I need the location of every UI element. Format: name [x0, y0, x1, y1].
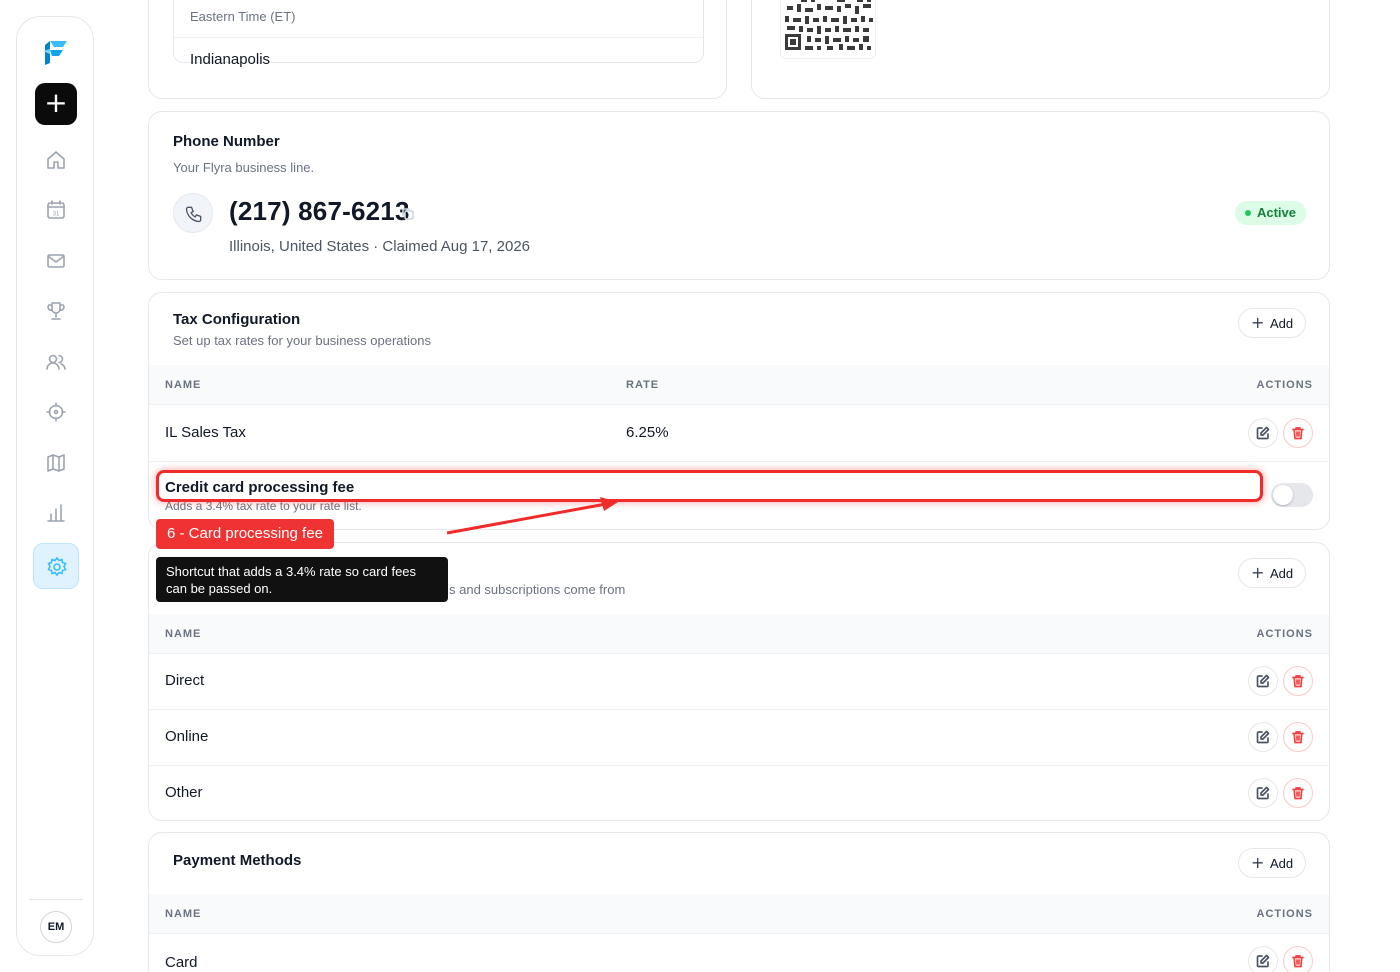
payment-card-title: Payment Methods — [173, 852, 302, 869]
trash-icon — [1292, 675, 1304, 688]
source-name-cell: Direct — [165, 672, 205, 689]
add-source-button[interactable]: + Add — [1238, 558, 1306, 588]
target-icon[interactable] — [44, 400, 68, 424]
calendar-day-text: 31 — [53, 212, 60, 218]
trash-icon — [1292, 787, 1304, 800]
sidebar-divider — [29, 899, 83, 900]
settings-nav-item[interactable] — [33, 543, 79, 589]
column-header-rate: RATE — [626, 379, 660, 391]
source-name-cell: Online — [165, 728, 209, 745]
bar-chart-icon[interactable] — [44, 501, 68, 525]
qr-code-card — [751, 0, 1330, 99]
fee-toggle[interactable] — [1271, 483, 1313, 507]
home-icon[interactable] — [44, 148, 68, 172]
edit-icon — [1256, 786, 1270, 800]
table-row: Direct — [149, 654, 1329, 710]
timezone-card: Eastern Time (ET) Indianapolis — [148, 0, 727, 99]
settings-page: + 31 EM Eastern Time (ET) Indianapolis P… — [0, 0, 1400, 972]
edit-icon — [1256, 674, 1270, 688]
timezone-dropdown-list[interactable]: Eastern Time (ET) Indianapolis — [173, 0, 704, 68]
trash-icon — [1292, 427, 1304, 440]
column-header-name: NAME — [165, 628, 202, 640]
users-icon[interactable] — [44, 350, 68, 374]
sources-table-header: NAME ACTIONS — [149, 614, 1329, 654]
column-header-actions: ACTIONS — [1256, 379, 1313, 391]
timezone-option[interactable]: Indianapolis — [190, 51, 270, 68]
add-payment-label: Add — [1270, 856, 1294, 871]
column-header-actions: ACTIONS — [1256, 628, 1313, 640]
phone-number-card: Phone Number Your Flyra business line. (… — [148, 111, 1330, 280]
add-tax-label: Add — [1270, 316, 1294, 331]
phone-number-value: (217) 867-6213 — [229, 196, 410, 226]
tax-table-header: NAME RATE ACTIONS — [149, 365, 1329, 405]
sidebar: + 31 EM — [16, 16, 94, 956]
payment-table-header: NAME ACTIONS — [149, 894, 1329, 934]
tax-rate-cell: 6.25% — [626, 424, 669, 441]
table-row: Card — [149, 934, 1329, 972]
plus-icon: + — [1251, 563, 1265, 582]
user-avatar[interactable]: EM — [40, 911, 72, 943]
edit-icon — [1256, 730, 1270, 744]
add-tax-button[interactable]: + Add — [1238, 308, 1306, 338]
tax-card-subtitle: Set up tax rates for your business opera… — [173, 333, 431, 348]
status-badge: Active — [1234, 201, 1306, 225]
tax-name-cell: IL Sales Tax — [165, 424, 246, 441]
delete-payment-button[interactable] — [1283, 946, 1313, 972]
phone-card-title: Phone Number — [173, 133, 280, 150]
edit-icon — [1256, 426, 1270, 440]
column-header-name: NAME — [165, 379, 202, 391]
add-source-label: Add — [1270, 566, 1294, 581]
flyra-logo[interactable] — [41, 37, 71, 67]
phone-card-subtitle: Your Flyra business line. — [173, 160, 315, 175]
edit-source-button[interactable] — [1248, 666, 1278, 696]
delete-tax-button[interactable] — [1283, 418, 1313, 448]
settings-icon — [47, 556, 67, 577]
table-row: IL Sales Tax 6.25% — [149, 406, 1329, 462]
delete-source-button[interactable] — [1283, 722, 1313, 752]
table-row: Other — [149, 766, 1329, 820]
column-header-name: NAME — [165, 908, 202, 920]
annotation-tooltip: Shortcut that adds a 3.4% rate so card f… — [156, 557, 448, 602]
payment-methods-card: Payment Methods + Add NAME ACTIONS Card — [148, 832, 1330, 972]
annotation-label: 6 - Card processing fee — [156, 519, 334, 549]
copy-icon[interactable] — [401, 207, 415, 221]
map-icon[interactable] — [44, 451, 68, 475]
payment-name-cell: Card — [165, 954, 198, 971]
annotation-highlight-box — [156, 470, 1263, 502]
timezone-group-label: Eastern Time (ET) — [190, 9, 296, 24]
phone-icon — [173, 193, 213, 233]
mail-icon[interactable] — [44, 249, 68, 273]
add-payment-method-button[interactable]: + Add — [1238, 848, 1306, 878]
column-header-actions: ACTIONS — [1256, 908, 1313, 920]
calendar-icon[interactable]: 31 — [44, 198, 68, 222]
edit-tax-button[interactable] — [1248, 418, 1278, 448]
delete-source-button[interactable] — [1283, 778, 1313, 808]
create-new-button[interactable]: + — [35, 83, 77, 125]
toggle-knob — [1273, 485, 1293, 505]
timezone-separator — [174, 37, 703, 38]
qr-code-image — [780, 0, 876, 59]
sources-card-subtitle: s and subscriptions come from — [449, 582, 626, 597]
trash-icon — [1292, 955, 1304, 968]
delete-source-button[interactable] — [1283, 666, 1313, 696]
edit-source-button[interactable] — [1248, 722, 1278, 752]
tax-card-title: Tax Configuration — [173, 311, 301, 328]
edit-payment-button[interactable] — [1248, 946, 1278, 972]
plus-icon: + — [1251, 853, 1265, 872]
phone-location-meta: Illinois, United States · Claimed Aug 17… — [229, 238, 531, 255]
plus-icon: + — [1251, 313, 1265, 332]
source-name-cell: Other — [165, 784, 203, 801]
table-row: Online — [149, 710, 1329, 766]
trash-icon — [1292, 731, 1304, 744]
edit-source-button[interactable] — [1248, 778, 1278, 808]
trophy-icon[interactable] — [44, 299, 68, 323]
edit-icon — [1256, 954, 1270, 968]
